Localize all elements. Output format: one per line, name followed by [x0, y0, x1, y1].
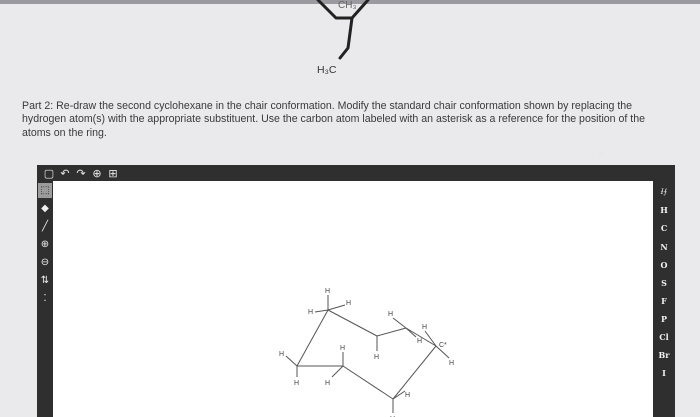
- select-tool-icon[interactable]: ⬚: [38, 183, 52, 198]
- previous-structure-figure: CH₃ H₃C: [316, 0, 370, 76]
- hydrogen-atom[interactable]: H: [294, 380, 299, 387]
- element-button-s[interactable]: S: [654, 275, 674, 290]
- element-button-f[interactable]: F: [654, 294, 674, 309]
- methyl-bond: [338, 16, 354, 60]
- ch3-label: CH₃: [338, 0, 357, 11]
- element-button-i[interactable]: I: [654, 366, 674, 381]
- hydrogen-atom[interactable]: H: [325, 288, 330, 295]
- bond: [327, 304, 346, 311]
- hydrogen-atom[interactable]: H: [417, 338, 422, 345]
- arrow-tool-icon[interactable]: ⇅: [38, 273, 52, 288]
- bond: [405, 327, 417, 338]
- hydrogen-atom[interactable]: H: [405, 392, 410, 399]
- element-palette: Ɨ⨍ H C N O S F P Cl Br I: [653, 181, 675, 417]
- cursor-pointer-icon: [599, 149, 605, 157]
- hydrogen-atom[interactable]: H: [325, 380, 330, 387]
- new-document-icon[interactable]: ▢: [42, 165, 56, 181]
- periodic-table-button[interactable]: Ɨ⨍: [654, 185, 674, 200]
- bond: [296, 309, 329, 367]
- hydrogen-atom[interactable]: H: [279, 351, 284, 358]
- element-button-o[interactable]: O: [654, 257, 674, 272]
- bond: [376, 327, 407, 337]
- lone-pair-icon[interactable]: ⁚: [38, 291, 52, 306]
- zoom-icon[interactable]: ⊕: [90, 165, 104, 181]
- editor-left-toolbar: ⬚ ◆ ╱ ⊕ ⊖ ⇅ ⁚: [37, 181, 53, 417]
- positive-charge-icon[interactable]: ⊕: [38, 237, 52, 252]
- editor-top-toolbar: ▢ ↶ ↷ ⊕ ⊞: [37, 165, 675, 181]
- bond: [327, 309, 378, 337]
- hydrogen-atom[interactable]: H: [388, 311, 393, 318]
- element-button-h[interactable]: H: [654, 203, 674, 218]
- bond: [331, 365, 344, 378]
- element-button-c[interactable]: C: [654, 221, 674, 236]
- bond: [342, 365, 394, 400]
- redo-icon[interactable]: ↷: [74, 165, 88, 181]
- structure-editor: ▢ ↶ ↷ ⊕ ⊞ ⬚ ◆ ╱ ⊕ ⊖ ⇅ ⁚ H H H H H H H H …: [37, 149, 675, 417]
- clean-structure-icon[interactable]: ⊞: [106, 165, 120, 181]
- negative-charge-icon[interactable]: ⊖: [38, 255, 52, 270]
- element-button-n[interactable]: N: [654, 239, 674, 254]
- bond: [314, 309, 329, 313]
- bond: [392, 317, 407, 329]
- element-button-cl[interactable]: Cl: [654, 330, 674, 345]
- bond-tool-icon[interactable]: ╱: [38, 219, 52, 234]
- hydrogen-atom[interactable]: H: [308, 309, 313, 316]
- bond: [392, 345, 437, 400]
- bond: [285, 355, 298, 367]
- hydrogen-atom[interactable]: H: [449, 360, 454, 367]
- hydrogen-atom[interactable]: H: [422, 324, 427, 331]
- element-button-p[interactable]: P: [654, 312, 674, 327]
- undo-icon[interactable]: ↶: [58, 165, 72, 181]
- erase-tool-icon[interactable]: ◆: [38, 201, 52, 216]
- hydrogen-atom[interactable]: H: [374, 354, 379, 361]
- instructions-text: Part 2: Re-draw the second cyclohexane i…: [22, 100, 646, 139]
- asterisk-carbon-label[interactable]: C*: [439, 342, 447, 349]
- bond: [424, 330, 437, 347]
- hydrogen-atom[interactable]: H: [346, 300, 351, 307]
- hydrogen-atom[interactable]: H: [340, 345, 345, 352]
- methyl-label: H₃C: [317, 64, 337, 76]
- drawing-canvas[interactable]: H H H H H H H H H H H H H H C*: [53, 181, 653, 417]
- element-button-br[interactable]: Br: [654, 348, 674, 363]
